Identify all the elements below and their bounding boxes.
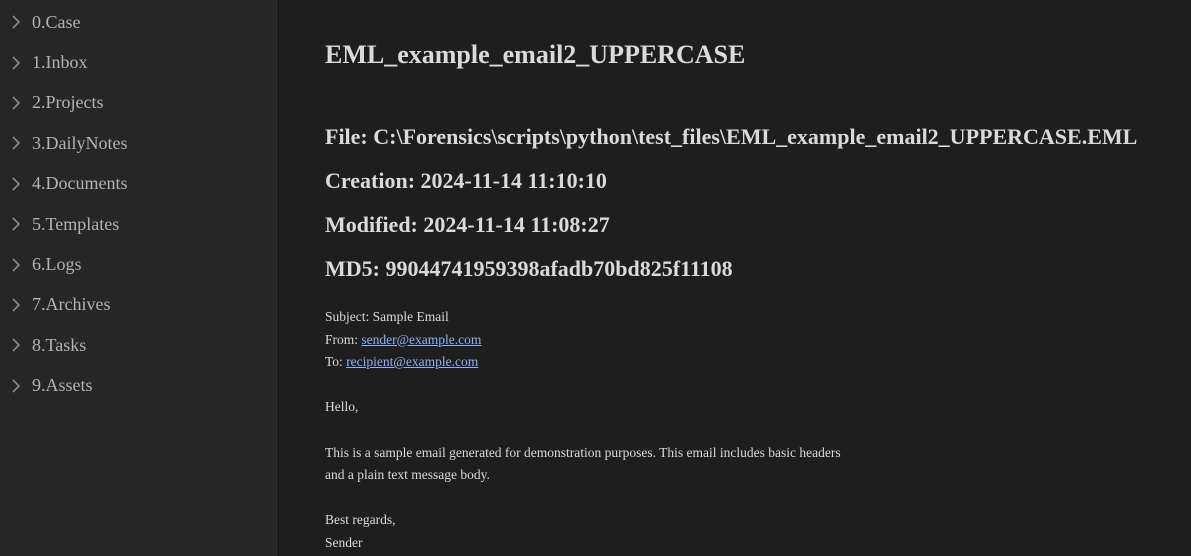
creation-date-heading: Creation: 2024-11-14 11:10:10 xyxy=(325,168,607,193)
email-body-line: and a plain text message body. xyxy=(325,467,490,483)
sidebar-item-documents[interactable]: 4.Documents xyxy=(0,164,276,204)
email-subject: Subject: Sample Email xyxy=(325,309,449,324)
chevron-right-icon xyxy=(8,135,24,151)
note-view[interactable]: EML_example_email2_UPPERCASE File: C:\Fo… xyxy=(277,0,1191,556)
note-title: EML_example_email2_UPPERCASE xyxy=(325,40,746,69)
sidebar-item-label: 7.Archives xyxy=(32,294,111,315)
sidebar-item-label: 0.Case xyxy=(32,11,81,32)
sidebar-item-label: 6.Logs xyxy=(32,254,82,275)
sidebar-item-label: 5.Templates xyxy=(32,213,120,234)
email-from: From: sender@example.com xyxy=(325,329,925,352)
sidebar-item-archives[interactable]: 7.Archives xyxy=(0,285,276,325)
sidebar-item-label: 9.Assets xyxy=(32,375,93,396)
sidebar-item-label: 8.Tasks xyxy=(32,334,87,355)
sidebar-item-assets[interactable]: 9.Assets xyxy=(0,366,276,406)
sidebar-item-templates[interactable]: 5.Templates xyxy=(0,204,276,244)
chevron-right-icon xyxy=(8,55,24,71)
sidebar-item-label: 4.Documents xyxy=(32,173,128,194)
chevron-right-icon xyxy=(8,176,24,192)
modified-date-heading: Modified: 2024-11-14 11:08:27 xyxy=(325,212,610,237)
sidebar-item-tasks[interactable]: 8.Tasks xyxy=(0,325,276,365)
chevron-right-icon xyxy=(8,378,24,394)
email-closing: Best regards, xyxy=(325,512,396,528)
email-body: Subject: Sample Email From: sender@examp… xyxy=(325,306,925,555)
sidebar-item-case[interactable]: 0.Case xyxy=(0,2,276,42)
sidebar-item-logs[interactable]: 6.Logs xyxy=(0,244,276,284)
chevron-right-icon xyxy=(8,14,24,30)
email-body-line: This is a sample email generated for dem… xyxy=(325,444,841,460)
sender-email-link[interactable]: sender@example.com xyxy=(361,332,481,347)
email-signature: Sender xyxy=(325,534,363,550)
sidebar-item-projects[interactable]: 2.Projects xyxy=(0,83,276,123)
sidebar-item-label: 2.Projects xyxy=(32,92,104,113)
chevron-right-icon xyxy=(8,95,24,111)
sidebar-item-inbox[interactable]: 1.Inbox xyxy=(0,42,276,82)
email-from-label: From: xyxy=(325,331,362,347)
chevron-right-icon xyxy=(8,257,24,273)
chevron-right-icon xyxy=(8,216,24,232)
file-explorer-sidebar: 0.Case 1.Inbox 2.Projects 3.DailyNotes 4… xyxy=(0,0,277,556)
chevron-right-icon xyxy=(8,297,24,313)
email-to: To: recipient@example.com xyxy=(325,351,925,374)
app-window: 0.Case 1.Inbox 2.Projects 3.DailyNotes 4… xyxy=(0,0,1191,556)
chevron-right-icon xyxy=(8,337,24,353)
sidebar-item-label: 3.DailyNotes xyxy=(32,132,128,153)
recipient-email-link[interactable]: recipient@example.com xyxy=(346,354,478,369)
md5-hash-heading: MD5: 99044741959398afadb70bd825f11108 xyxy=(325,256,733,281)
sidebar-item-label: 1.Inbox xyxy=(32,52,88,73)
sidebar-item-dailynotes[interactable]: 3.DailyNotes xyxy=(0,123,276,163)
email-to-label: To: xyxy=(325,354,347,370)
file-path-heading: File: C:\Forensics\scripts\python\test_f… xyxy=(325,124,1138,149)
email-greeting: Hello, xyxy=(325,399,359,415)
